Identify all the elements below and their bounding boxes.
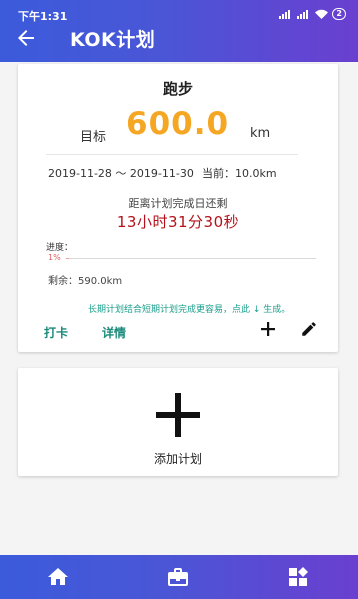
goal-label: 目标 [80,130,107,145]
app-bar: 下午1:31 2 KOK计划 [0,0,358,62]
signal-icon [279,9,291,19]
signal-icon-2 [297,9,309,19]
current-progress: 当前：10.0km [202,167,277,180]
progress-label: 进度： [46,243,74,253]
remaining-amount: 剩余：590.0km [48,276,123,287]
home-icon[interactable] [46,565,70,589]
progress-bar [66,258,316,259]
screen: 下午1:31 2 KOK计划 跑步 目标 600.0 km 2019-11-28… [0,0,358,599]
plan-card: 跑步 目标 600.0 km 2019-11-28 ～ 2019-11-30 当… [18,64,338,352]
checkin-button[interactable]: 打卡 [44,324,68,341]
add-plan-card[interactable]: 添加计划 [18,368,338,476]
goal-value: 600.0 [126,106,230,142]
status-icons: 2 [279,8,346,20]
pencil-icon[interactable] [300,320,318,338]
goal-unit: km [250,126,271,141]
plan-title: 跑步 [162,80,193,98]
wifi-icon [315,9,329,19]
status-time: 下午1:31 [18,10,68,23]
detail-button[interactable]: 详情 [102,324,126,341]
page-title: KOK计划 [70,29,156,51]
add-plus-icon [153,390,203,440]
countdown-timer: 13小时31分30秒 [116,213,240,231]
divider [46,154,298,155]
dashboard-icon[interactable] [286,565,310,589]
battery-icon: 2 [332,8,346,20]
back-arrow-icon[interactable] [14,26,38,50]
briefcase-icon[interactable] [166,565,190,589]
status-bar: 下午1:31 2 [0,0,358,23]
add-plan-label: 添加计划 [153,452,202,466]
plus-icon[interactable] [258,319,278,339]
bottom-navigation [0,555,358,599]
date-range: 2019-11-28 ～ 2019-11-30 [48,167,194,180]
progress-percent: 1% [48,253,61,262]
generate-hint-link[interactable]: 长期计划结合短期计划完成更容易，点此 ↓ 生成。 [88,302,290,315]
progress-fill [66,258,69,259]
remaining-label: 距离计划完成日还剩 [128,197,228,210]
